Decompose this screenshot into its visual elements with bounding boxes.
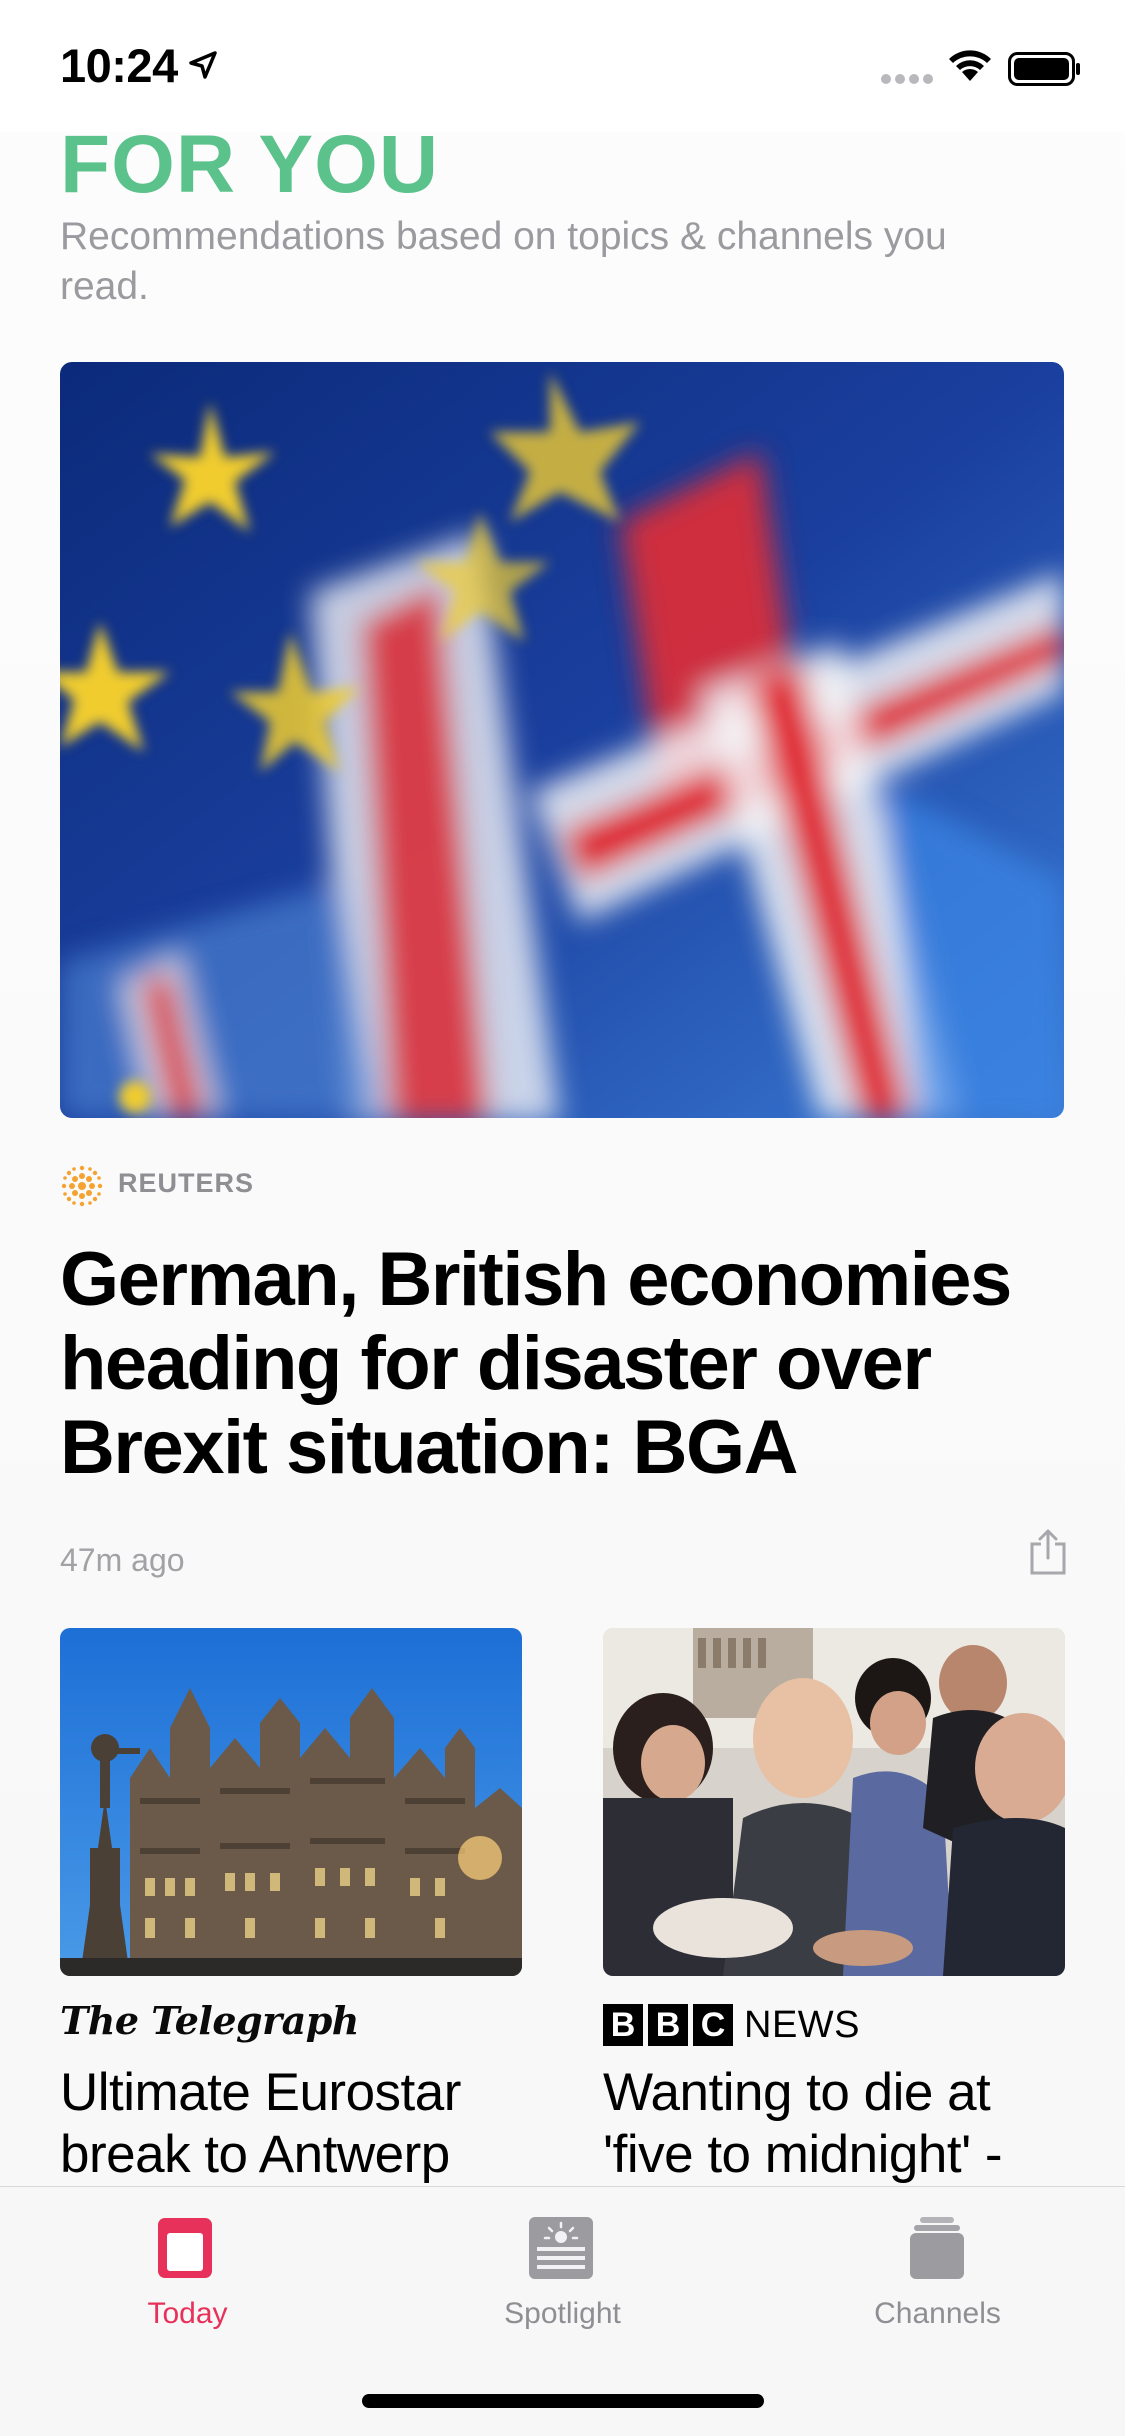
news-app-screen: 10:24 FOR YOU Recommendations based on t…	[0, 0, 1125, 2436]
antwerp-story-headline[interactable]: Ultimate Eurostar break to Antwerp	[60, 2062, 540, 2186]
wifi-icon	[948, 48, 992, 87]
hero-story-image[interactable]	[60, 362, 1064, 1118]
bbc-logo-letter: B	[648, 2004, 688, 2046]
hero-headline[interactable]: German, British economies heading for di…	[60, 1238, 1080, 1490]
page-subtitle: Recommendations based on topics & channe…	[60, 215, 947, 308]
reuters-logo-icon	[60, 1164, 104, 1213]
bbc-logo-letter: B	[603, 2004, 643, 2046]
battery-icon	[1008, 52, 1082, 91]
share-icon[interactable]	[1028, 1528, 1068, 1581]
page-title: FOR YOU	[60, 119, 440, 210]
bbc-logo-letter: C	[693, 2004, 733, 2046]
location-arrow-icon	[188, 50, 218, 85]
tab-today[interactable]: Today	[0, 2187, 375, 2347]
cellular-signal-icon	[880, 72, 936, 90]
bbc-news-logo[interactable]: B B C NEWS	[603, 2003, 860, 2047]
tab-label-spotlight: Spotlight	[504, 2297, 621, 2330]
status-time: 10:24	[60, 39, 178, 92]
tab-label-today: Today	[147, 2297, 228, 2330]
hero-publisher-name: REUTERS	[118, 1168, 255, 1198]
bbc-story-headline[interactable]: Wanting to die at 'five to midnight' -	[603, 2062, 1083, 2186]
antwerp-story-image[interactable]	[60, 1628, 522, 1976]
tab-spotlight[interactable]: Spotlight	[375, 2187, 750, 2347]
channels-icon	[908, 2215, 966, 2286]
home-indicator[interactable]	[362, 2394, 764, 2408]
status-bar: 10:24	[0, 0, 1125, 132]
bbc-logo-news-text: NEWS	[744, 2003, 860, 2046]
spotlight-icon	[527, 2215, 595, 2286]
hero-timestamp: 47m ago	[60, 1542, 185, 1578]
tab-label-channels: Channels	[874, 2297, 1001, 2330]
telegraph-logo[interactable]: The Telegraph	[60, 1998, 359, 2043]
bbc-story-image[interactable]	[603, 1628, 1065, 1976]
tab-channels[interactable]: Channels	[750, 2187, 1125, 2347]
today-icon	[155, 2215, 215, 2286]
